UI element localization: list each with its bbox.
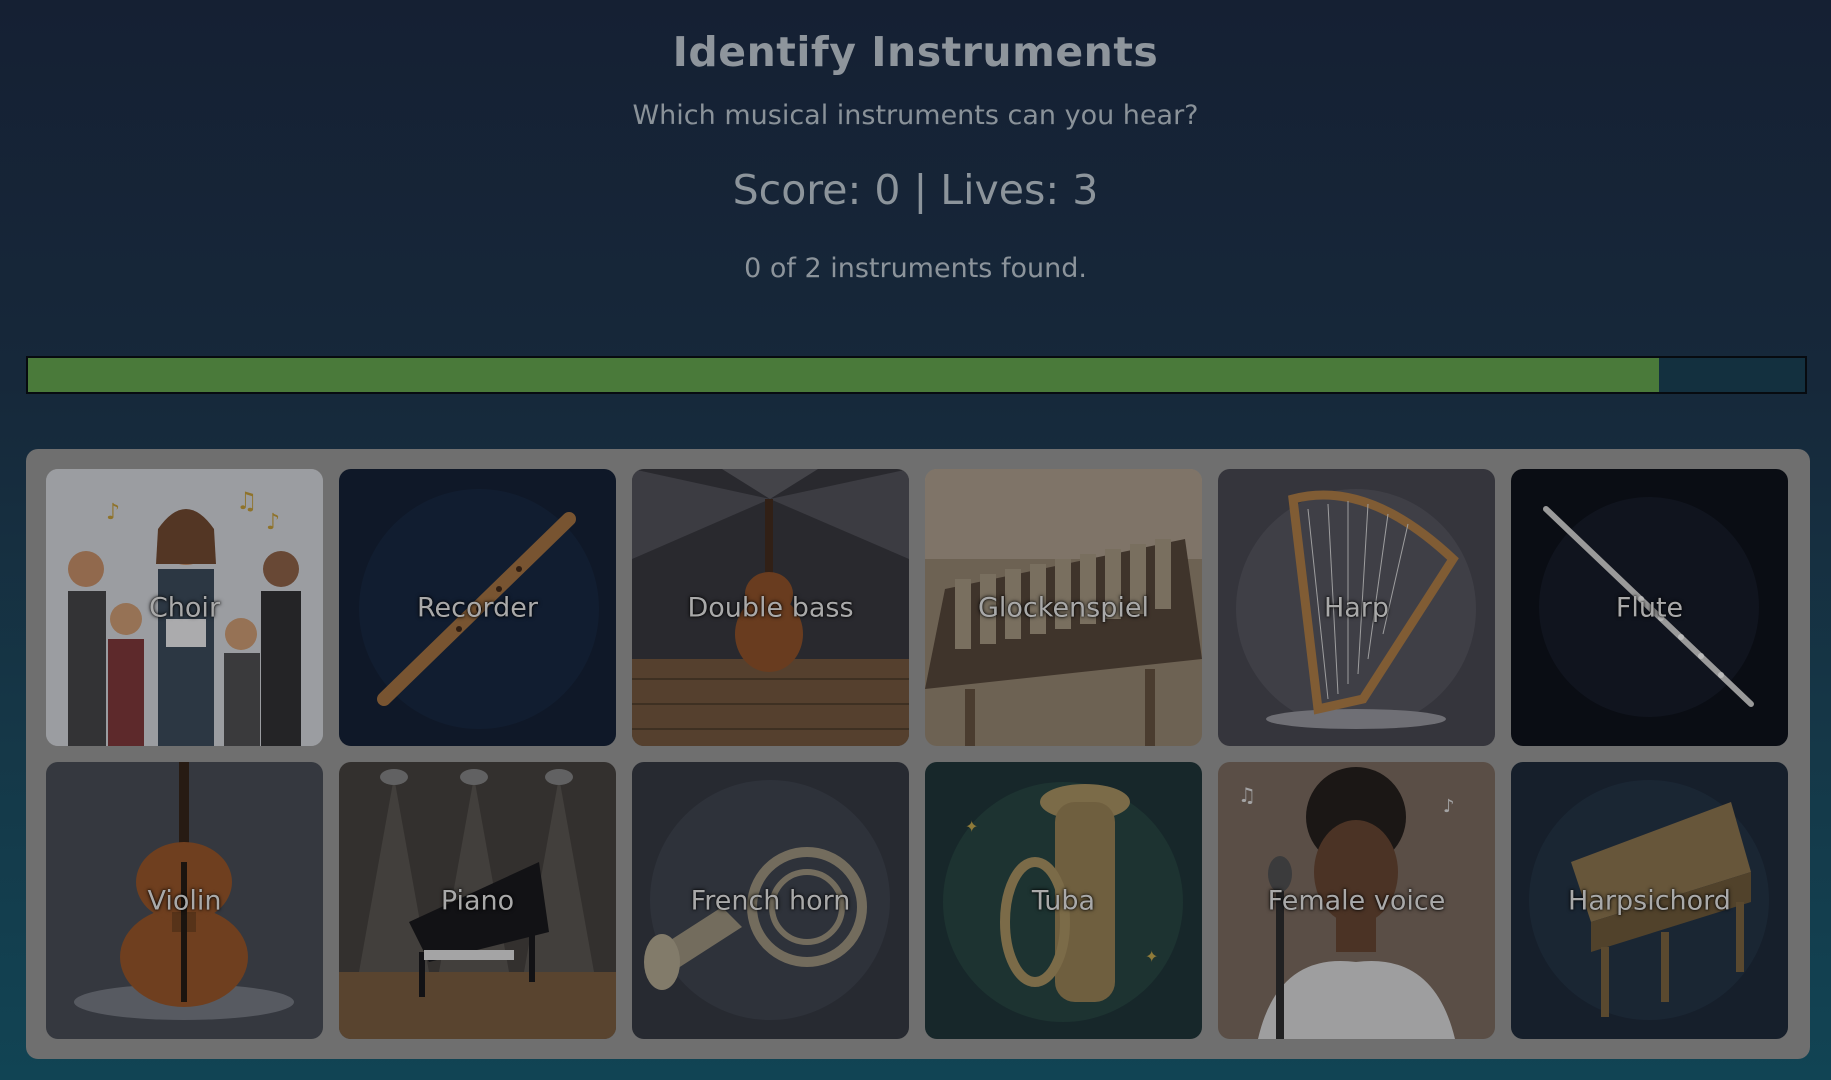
timer-progress-bar: [26, 356, 1807, 394]
card-label: Recorder: [417, 592, 538, 623]
card-label: Tuba: [1031, 885, 1096, 916]
card-glockenspiel[interactable]: Glockenspiel: [925, 469, 1202, 746]
card-harp[interactable]: Harp: [1218, 469, 1495, 746]
card-label: Choir: [148, 592, 221, 623]
card-choir[interactable]: ♪ ♫ ♪ Choir: [46, 469, 323, 746]
card-label: Violin: [147, 885, 222, 916]
card-label: Harp: [1323, 592, 1390, 623]
card-label: Piano: [440, 885, 515, 916]
card-flute[interactable]: Flute: [1511, 469, 1788, 746]
card-label: Double bass: [687, 592, 854, 623]
card-french-horn[interactable]: French horn: [632, 762, 909, 1039]
instrument-grid: ♪ ♫ ♪ Choir Recorder: [26, 449, 1810, 1059]
page-title: Identify Instruments: [672, 28, 1159, 76]
score-lives-display: Score: 0 | Lives: 3: [732, 166, 1099, 214]
card-label: Harpsichord: [1568, 885, 1731, 916]
card-female-voice[interactable]: ♫ ♪ Female voice: [1218, 762, 1495, 1039]
card-label: French horn: [690, 885, 851, 916]
card-label: Flute: [1615, 592, 1684, 623]
page-subtitle: Which musical instruments can you hear?: [632, 100, 1199, 131]
card-recorder[interactable]: Recorder: [339, 469, 616, 746]
card-double-bass[interactable]: Double bass: [632, 469, 909, 746]
card-harpsichord[interactable]: Harpsichord: [1511, 762, 1788, 1039]
card-label: Glockenspiel: [977, 592, 1149, 623]
progress-fill: [28, 358, 1660, 392]
card-tuba[interactable]: ✦ ✦ Tuba: [925, 762, 1202, 1039]
card-piano[interactable]: Piano: [339, 762, 616, 1039]
found-counter: 0 of 2 instruments found.: [744, 253, 1087, 284]
card-label: Female voice: [1267, 885, 1446, 916]
card-violin[interactable]: Violin: [46, 762, 323, 1039]
